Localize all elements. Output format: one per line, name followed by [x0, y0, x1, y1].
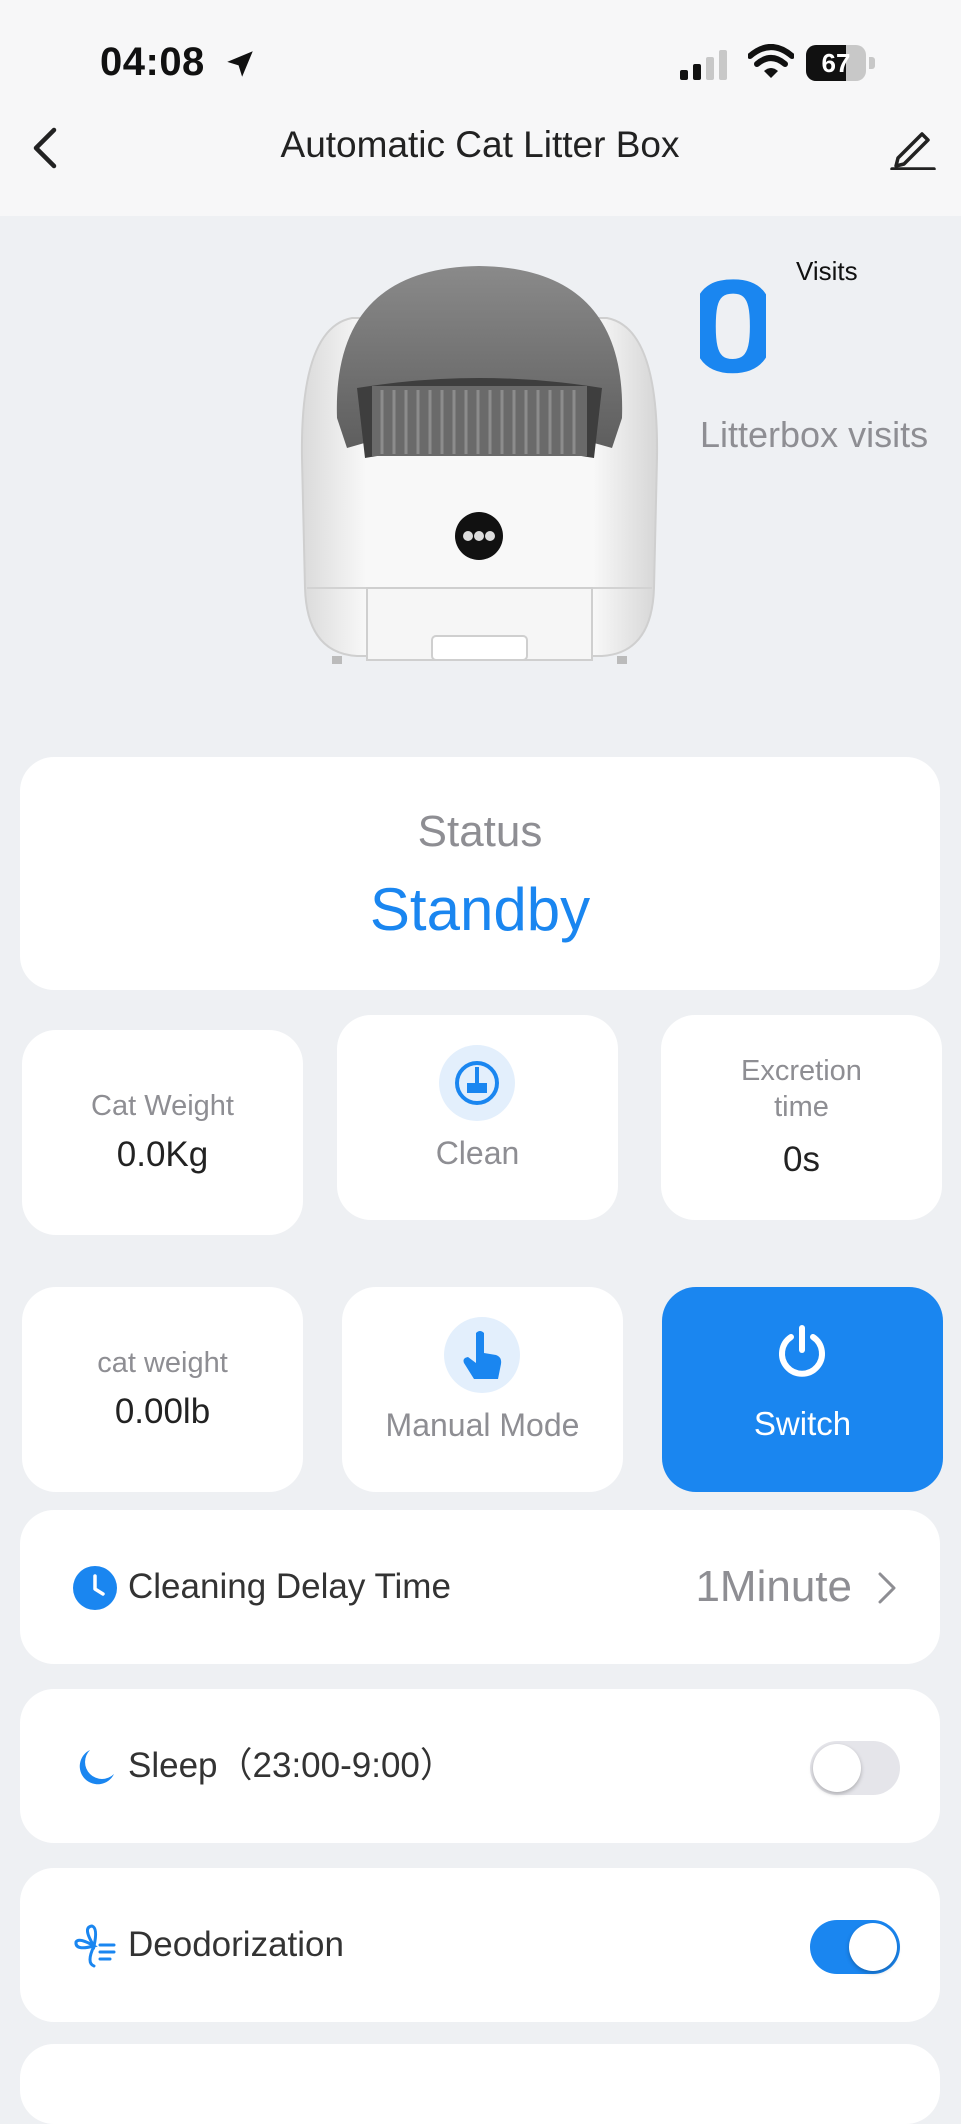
clean-label: Clean	[435, 1135, 520, 1171]
status-label: Status	[417, 807, 543, 856]
chevron-right-icon	[878, 1572, 896, 1604]
location-arrow-icon	[227, 51, 253, 77]
sleep-toggle-knob	[813, 1744, 861, 1792]
cat-weight-label: Cat Weight	[91, 1090, 234, 1122]
deodorization-label: Deodorization	[128, 1925, 344, 1964]
top-bar: 04:08 67 Automatic Cat Litter Box	[0, 0, 961, 216]
signal-icon	[680, 50, 727, 80]
cat-weight-value: 0.0Kg	[116, 1135, 209, 1174]
cat-weight-kg-tile: Cat Weight 0.0Kg	[22, 1030, 303, 1235]
cleaning-delay-row[interactable]: Cleaning Delay Time 1Minute	[20, 1510, 940, 1664]
sleep-label: Sleep（23:00-9:00）	[128, 1746, 455, 1785]
broom-clean-icon	[455, 1061, 499, 1105]
battery-icon: 67	[806, 45, 878, 83]
switch-button[interactable]: Switch	[662, 1287, 943, 1492]
litterbox-visits-caption: Litterbox visits	[700, 414, 929, 455]
clean-icon-bg	[439, 1045, 515, 1121]
edit-pencil-icon[interactable]	[890, 124, 936, 170]
excretion-label-line2: time	[774, 1091, 829, 1123]
visits-count: 0	[700, 253, 766, 382]
status-value: Standby	[369, 876, 591, 943]
visits-unit-label: Visits	[796, 256, 858, 286]
excretion-time-tile: Excretion time 0s	[661, 1015, 942, 1220]
excretion-value: 0s	[783, 1140, 820, 1179]
cleaning-delay-value: 1Minute	[695, 1562, 852, 1611]
clean-button[interactable]: Clean	[337, 1015, 618, 1220]
status-time: 04:08	[100, 40, 205, 84]
cat-weight-lb-value: 0.00lb	[114, 1392, 211, 1431]
visits-count-text: 0	[700, 253, 766, 382]
page-title: Automatic Cat Litter Box	[280, 124, 680, 165]
back-chevron-icon[interactable]	[22, 120, 72, 176]
sleep-row: Sleep（23:00-9:00）	[20, 1689, 940, 1843]
litter-box-image	[300, 266, 659, 664]
manual-icon-bg	[444, 1317, 520, 1393]
battery-level: 67	[821, 48, 851, 78]
deodorization-toggle[interactable]	[810, 1920, 900, 1974]
cat-weight-lb-label: cat weight	[97, 1347, 228, 1379]
sleep-toggle[interactable]	[810, 1741, 900, 1795]
cat-weight-lb-tile: cat weight 0.00lb	[22, 1287, 303, 1492]
cleaning-delay-label: Cleaning Delay Time	[128, 1567, 451, 1606]
deodorize-fan-icon	[74, 1924, 116, 1968]
hand-pointer-icon	[463, 1331, 502, 1379]
excretion-label-line1: Excretion	[741, 1055, 862, 1087]
manual-mode-button[interactable]: Manual Mode	[342, 1287, 623, 1492]
status-card: Status Standby	[20, 757, 940, 990]
moon-icon	[79, 1750, 114, 1785]
manual-mode-label: Manual Mode	[385, 1407, 580, 1443]
deodorization-row: Deodorization	[20, 1868, 940, 2022]
next-setting-row[interactable]	[20, 2044, 940, 2124]
switch-label: Switch	[753, 1405, 852, 1442]
clock-icon	[73, 1566, 117, 1610]
deodorization-toggle-knob	[849, 1923, 897, 1971]
wifi-icon	[748, 44, 794, 78]
power-icon	[779, 1325, 825, 1377]
